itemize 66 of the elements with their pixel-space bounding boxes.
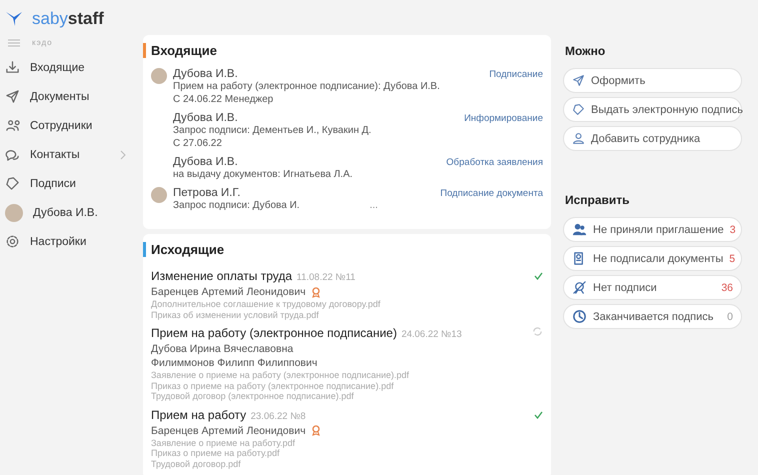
count: 36 (721, 282, 733, 294)
inbox-icon (5, 60, 20, 75)
section-title: Исходящие (143, 242, 543, 257)
issue-button[interactable]: Заканчивается подпись 0 (563, 304, 742, 329)
sidebar-item[interactable]: Сотрудники (0, 111, 140, 140)
logo-text: saby (32, 9, 68, 29)
sidebar-item[interactable]: Настройки (0, 227, 140, 256)
action-button[interactable]: Выдать электронную подпись (563, 97, 742, 122)
document-title[interactable]: Прием на работу (электронное подписание) (151, 326, 397, 340)
issue-button[interactable]: Нет подписи 36 (563, 275, 742, 300)
sender-name: Дубова И.В. (173, 112, 238, 124)
count: 3 (730, 224, 736, 236)
action-link[interactable]: Обработка заявления (446, 157, 543, 168)
sidebar-item[interactable]: Документы (0, 82, 140, 111)
sender-name: Дубова И.В. (173, 156, 238, 168)
logo-text: staff (68, 9, 104, 29)
sidebar-item[interactable]: Подписи (0, 169, 140, 198)
message-line: на выдачу документов: Игнатьева Л.А. (173, 168, 354, 181)
clock-icon (572, 309, 587, 324)
section-title: Можно (565, 44, 606, 58)
document-title[interactable]: Прием на работу (151, 408, 246, 422)
section-title: Входящие (143, 43, 543, 58)
person-icon (572, 132, 585, 145)
action-link[interactable]: Подписание (489, 69, 543, 80)
crossed-seal-icon (572, 280, 587, 295)
chat-icon (5, 147, 20, 162)
menu-icon[interactable] (8, 38, 20, 46)
sender-name: Петрова И.Г. (173, 187, 240, 199)
sidebar-item[interactable]: Контакты (0, 140, 140, 169)
person-name: Баренцев Артемий Леонидович (151, 285, 306, 299)
section-title: Исправить (565, 193, 631, 207)
message-line: Запрос подписи: Дубова И. ... (173, 199, 379, 212)
document-meta: 11.08.22 №11 (296, 272, 356, 283)
message-line: Запрос подписи: Дементьев И., Кувакин Д. (173, 124, 372, 137)
message-line: Прием на работу (электронное подписание): Дубова И.В. (173, 80, 441, 93)
action-link[interactable]: Подписание документа (440, 188, 543, 199)
logo-icon (6, 12, 22, 26)
issue-button[interactable]: Не подписали документы 5 (563, 246, 742, 271)
action-link[interactable]: Информирование (464, 113, 543, 124)
message-line: С 24.06.22 Менеджер (173, 93, 274, 106)
document-meta: 24.06.22 №13 (401, 329, 462, 340)
app-subtitle: кэдо (32, 38, 53, 47)
tag-icon (572, 103, 585, 116)
settings-icon (5, 234, 20, 249)
avatar (5, 204, 23, 222)
more-dots[interactable]: ... (370, 200, 378, 211)
issue-button[interactable]: Не приняли приглашение 3 (563, 217, 742, 242)
sidebar-item[interactable]: Входящие (0, 53, 140, 82)
document-title[interactable]: Изменение оплаты труда (151, 269, 292, 283)
message-line: С 27.06.22 (173, 137, 223, 150)
person-name: Дубова Ирина Вячеславовна (151, 342, 294, 356)
paper-plane-icon (572, 74, 585, 87)
count: 5 (729, 252, 736, 264)
paper-plane-icon (5, 89, 20, 104)
person-name: Филиммонов Филипп Филиппович (151, 356, 318, 370)
people-icon (5, 118, 20, 133)
action-button[interactable]: Добавить сотрудника (563, 126, 742, 151)
person-name: Баренцев Артемий Леонидович (151, 424, 306, 438)
sidebar-item[interactable]: Дубова И.В. (0, 198, 140, 227)
count: 0 (727, 310, 733, 322)
action-button[interactable]: Оформить (563, 68, 742, 93)
sender-name: Дубова И.В. (173, 68, 238, 80)
people-icon (572, 222, 587, 237)
tag-icon (5, 176, 20, 191)
document-meta: 23.06.22 №8 (250, 410, 306, 422)
chevron-icon[interactable] (120, 150, 126, 160)
